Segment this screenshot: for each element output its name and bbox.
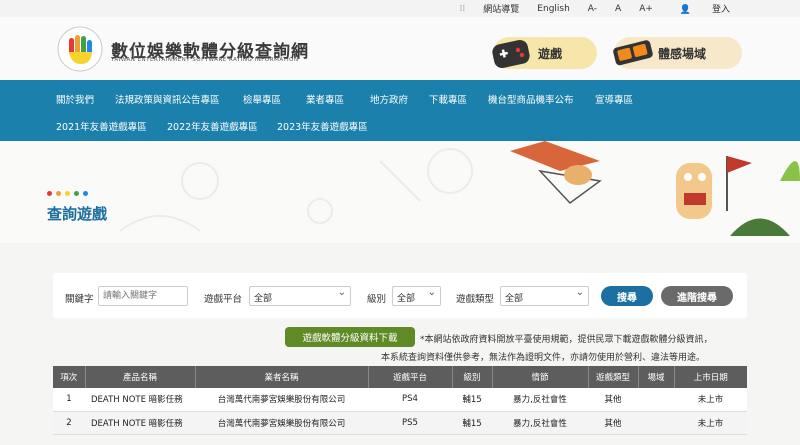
nav-about[interactable]: 關於我們 [56,92,94,106]
rating-label: 級別 [367,294,387,305]
glider-wing-icon [510,141,600,171]
table-row[interactable]: 2 DEATH NOTE 暗影任務 台灣萬代南夢宮娛樂股份有限公司 PS5 輔1… [53,411,747,435]
cell-platform: PS5 [368,411,452,435]
games-button[interactable]: 遊戲 [492,37,597,69]
type-select[interactable]: 全部 [500,286,589,306]
venue-button[interactable]: 體感場域 [613,37,742,69]
cell-type: 其他 [588,411,638,435]
cell-release: 未上市 [674,411,747,435]
login-link[interactable]: 👤 登入 [662,2,748,15]
rating-select[interactable]: 全部 [392,286,441,306]
nav-friendly-2021[interactable]: 2021年友善遊戲專區 [56,119,147,133]
cell-product[interactable]: DEATH NOTE 暗影任務 [85,388,195,412]
col-company[interactable]: 業者名稱 [195,366,369,388]
results-table: 項次 產品名稱 業者名稱 遊戲平台 級別 情節 遊戲類型 場域 上市日期 1 D… [53,366,747,435]
page-banner: 查詢遊戲 [0,141,800,243]
download-data-button[interactable]: 遊戲軟體分級資料下載 [285,327,415,347]
cell-platform: PS4 [368,388,452,412]
table-header-row: 項次 產品名稱 業者名稱 遊戲平台 級別 情節 遊戲類型 場域 上市日期 [53,366,747,388]
cell-index: 1 [53,388,85,412]
cell-product[interactable]: DEATH NOTE 暗影任務 [85,411,195,435]
type-label: 遊戲類型 [456,294,495,305]
col-platform[interactable]: 遊戲平台 [368,366,453,388]
banner-illustration [119,141,800,236]
site-subtitle: TAIWAN ENTERTAINMENT SOFTWARE RATING INF… [111,57,299,63]
table-row[interactable]: 1 DEATH NOTE 暗影任務 台灣萬代南夢宮娛樂股份有限公司 PS4 輔1… [53,388,747,412]
nav-download[interactable]: 下載專區 [429,92,467,106]
cell-content: 暴力,反社會性 [492,388,588,412]
nav-promotion[interactable]: 宣導專區 [595,92,633,106]
nav-report[interactable]: 檢舉專區 [243,92,281,106]
cell-venue [638,388,674,412]
col-type[interactable]: 遊戲類型 [588,366,639,388]
col-rating[interactable]: 級別 [452,366,493,388]
col-content[interactable]: 情節 [492,366,589,388]
site-header: 數位娛樂軟體分級查詢網 TAIWAN ENTERTAINMENT SOFTWAR… [0,17,800,80]
nav-friendly-2022[interactable]: 2022年友善遊戲專區 [167,119,258,133]
font-large-button[interactable]: A+ [630,4,662,14]
nav-machine-odds[interactable]: 機台型商品機率公布 [488,92,574,106]
games-label: 遊戲 [538,46,563,61]
search-panel: 關鍵字 遊戲平台 全部 級別 全部 遊戲類型 全部 搜尋 進階搜尋 [53,273,747,318]
advanced-search-button[interactable]: 進階搜尋 [661,286,733,306]
color-dots [47,191,88,196]
gamepad-icon [492,40,530,68]
col-release[interactable]: 上市日期 [674,366,747,388]
grid-dots-icon: ⁞⁞ [459,3,466,14]
english-link[interactable]: English [528,4,579,14]
hand-logo-icon[interactable] [57,26,103,72]
search-button[interactable]: 搜尋 [601,286,653,306]
platform-label: 遊戲平台 [204,294,243,305]
cell-rating: 輔15 [452,388,492,412]
cell-company: 台灣萬代南夢宮娛樂股份有限公司 [195,411,368,435]
utility-bar: ⁞⁞ 網站導覽 English A- A A+ 👤 登入 [0,0,800,17]
sitemap-link[interactable]: 網站導覽 [474,2,528,15]
cell-rating: 輔15 [452,411,492,435]
cell-venue [638,411,674,435]
cell-index: 2 [53,411,85,435]
nav-local-gov[interactable]: 地方政府 [370,92,408,106]
page-title: 查詢遊戲 [47,205,108,223]
cell-company: 台灣萬代南夢宮娛樂股份有限公司 [195,388,368,412]
nav-friendly-2023[interactable]: 2023年友善遊戲專區 [277,119,368,133]
nav-business[interactable]: 業者專區 [306,92,344,106]
main-nav: 關於我們 法規政策與資訊公告專區 檢舉專區 業者專區 地方政府 下載專區 機台型… [0,80,800,141]
font-small-button[interactable]: A- [579,4,606,14]
platform-select[interactable]: 全部 [249,286,351,306]
cell-type: 其他 [588,388,638,412]
col-venue[interactable]: 場域 [638,366,675,388]
venue-label: 體感場域 [658,46,707,61]
user-icon: 👤 [679,5,692,15]
col-product[interactable]: 產品名稱 [85,366,196,388]
keyword-label: 關鍵字 [65,294,94,305]
disclaimer-note: 本系統查詢資料僅供參考，無法作為證明文件，亦請勿使用於營利、違法等用途。 [381,353,706,363]
download-note: *本網站依政府資料開放平臺使用規範，提供民眾下載遊戲軟體分級資訊， [420,335,713,345]
nav-regulations[interactable]: 法規政策與資訊公告專區 [115,92,220,106]
keyword-input[interactable] [98,286,188,306]
vr-goggles-icon [613,40,653,66]
col-index[interactable]: 項次 [53,366,86,388]
font-normal-button[interactable]: A [606,4,630,14]
cell-release: 未上市 [674,388,747,412]
cell-content: 暴力,反社會性 [492,411,588,435]
